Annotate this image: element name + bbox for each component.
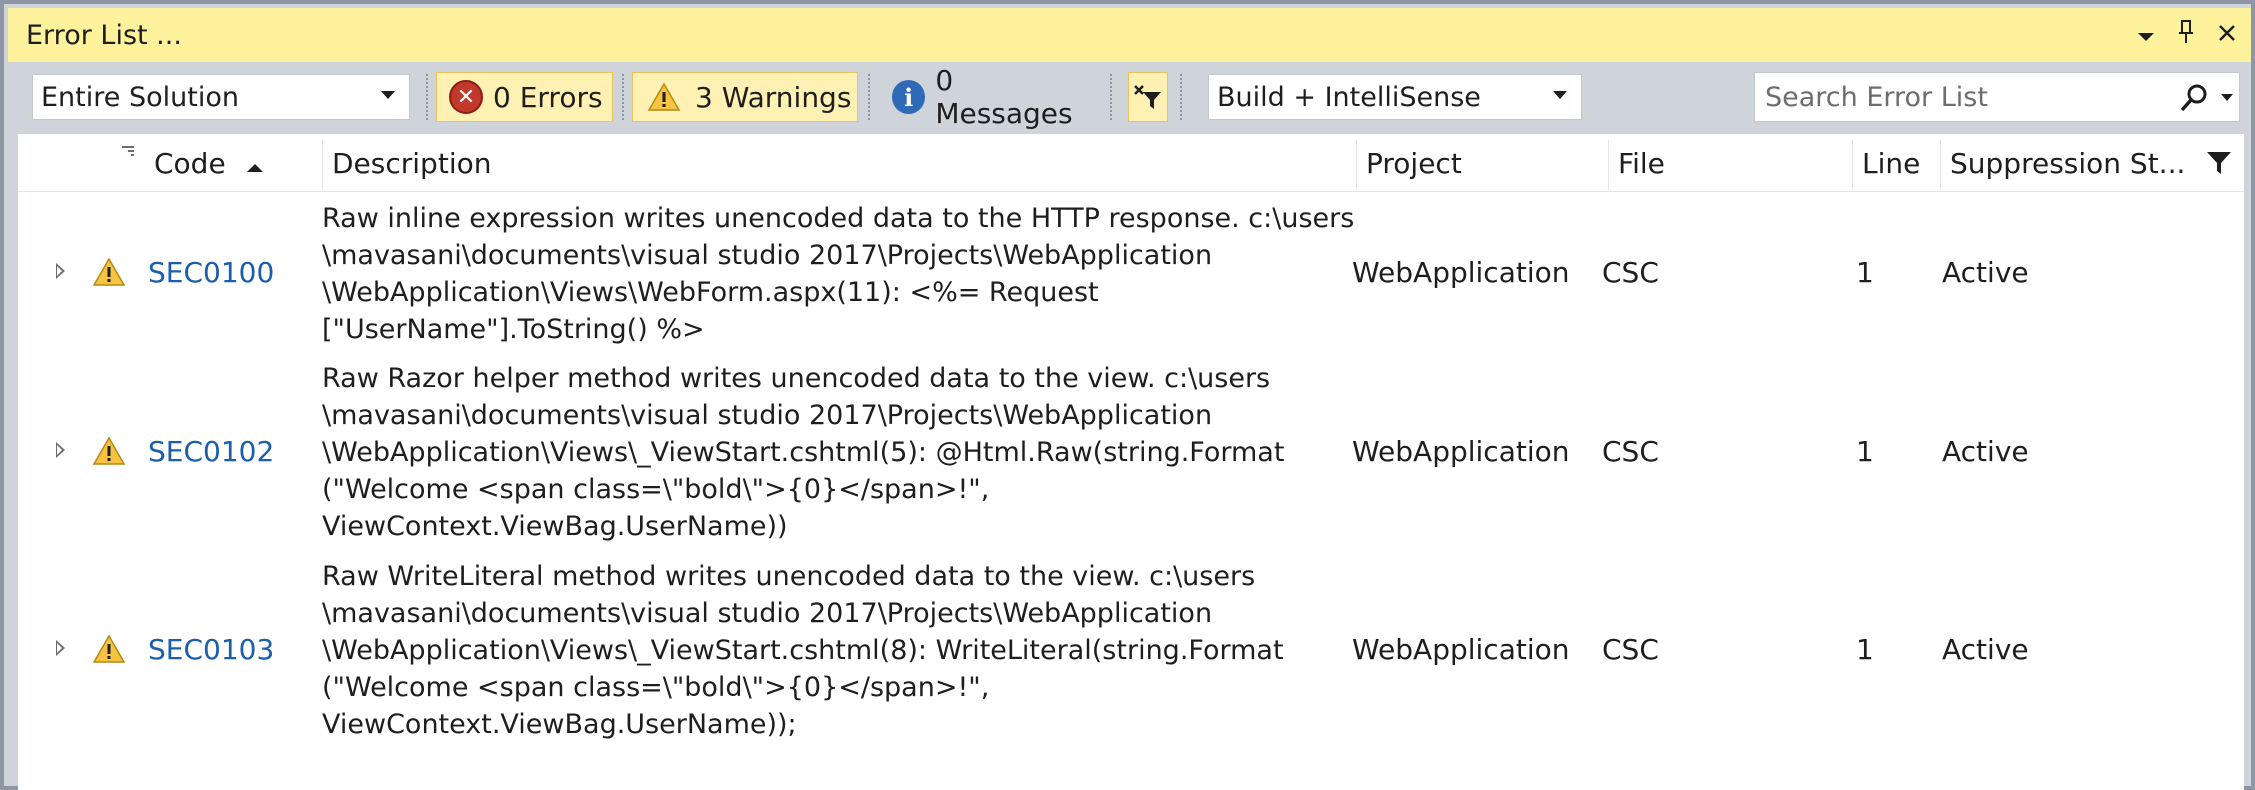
error-list-grid: Code Description Project File Line Suppr… xyxy=(18,134,2244,790)
column-divider[interactable] xyxy=(322,140,323,190)
row-code[interactable]: SEC0100 xyxy=(148,256,274,289)
row-project: WebApplication xyxy=(1352,435,1570,468)
toolbar-separator xyxy=(1110,74,1112,120)
row-description: Raw inline expression writes unencoded d… xyxy=(322,203,1355,345)
errors-label: 0 Errors xyxy=(493,80,603,114)
sort-ascending-icon xyxy=(246,147,264,180)
row-line: 1 xyxy=(1856,435,1874,468)
clear-filter-icon xyxy=(1134,85,1161,109)
row-line: 1 xyxy=(1856,256,1874,289)
title-bar-icons xyxy=(2137,8,2237,62)
grid-header: Code Description Project File Line Suppr… xyxy=(18,134,2244,192)
expand-row-icon[interactable] xyxy=(56,263,65,279)
column-header-code[interactable]: Code xyxy=(146,134,322,192)
column-header-file[interactable]: File xyxy=(1610,134,1850,192)
row-suppression-state: Active xyxy=(1942,435,2029,468)
warning-icon xyxy=(92,257,126,291)
chevron-down-icon xyxy=(1553,91,1567,99)
row-file: CSC xyxy=(1602,256,1659,289)
toolbar-separator xyxy=(622,74,624,120)
row-suppression-state: Active xyxy=(1942,256,2029,289)
column-chooser-icon[interactable] xyxy=(120,144,136,163)
search-icon[interactable] xyxy=(2179,83,2209,120)
column-header-suppression-state[interactable]: Suppression St... xyxy=(1942,134,2202,192)
row-project: WebApplication xyxy=(1352,633,1570,666)
clear-filter-button[interactable] xyxy=(1128,72,1168,122)
table-row[interactable]: SEC0102 Raw Razor helper method writes u… xyxy=(18,360,2244,550)
column-divider[interactable] xyxy=(1608,140,1609,190)
close-icon[interactable] xyxy=(2217,21,2237,49)
toolbar: Entire Solution ✕ 0 Errors 3 Warnings i … xyxy=(8,62,2251,132)
row-file: CSC xyxy=(1602,633,1659,666)
column-header-suppression-label: Suppression St... xyxy=(1950,146,2186,180)
column-divider[interactable] xyxy=(1852,140,1853,190)
column-divider[interactable] xyxy=(1940,140,1941,190)
table-row[interactable]: SEC0103 Raw WriteLiteral method writes u… xyxy=(18,558,2244,748)
warnings-filter-button[interactable]: 3 Warnings xyxy=(632,72,858,122)
column-divider[interactable] xyxy=(1356,140,1357,190)
build-source-dropdown[interactable]: Build + IntelliSense xyxy=(1208,74,1582,120)
warning-icon xyxy=(647,82,681,112)
title-bar: Error List ... xyxy=(8,8,2251,62)
row-line: 1 xyxy=(1856,633,1874,666)
scope-value: Entire Solution xyxy=(41,81,239,113)
messages-filter-button[interactable]: i 0 Messages xyxy=(876,64,1096,130)
scope-dropdown[interactable]: Entire Solution xyxy=(32,74,410,120)
column-header-description-label: Description xyxy=(332,146,492,180)
search-input[interactable] xyxy=(1765,81,2145,113)
warning-icon xyxy=(92,436,126,470)
chevron-down-icon xyxy=(381,91,395,99)
error-list-window: Error List ... Entire Solution ✕ 0 Error… xyxy=(0,0,2255,790)
filter-icon[interactable] xyxy=(2206,150,2232,180)
toolbar-separator xyxy=(1180,74,1182,120)
messages-label: 0 Messages xyxy=(935,64,1073,130)
column-header-file-label: File xyxy=(1618,146,1665,180)
row-code[interactable]: SEC0102 xyxy=(148,435,274,468)
row-description: Raw Razor helper method writes unencoded… xyxy=(322,363,1285,542)
pin-icon[interactable] xyxy=(2177,19,2195,51)
info-icon: i xyxy=(892,80,926,114)
column-header-line-label: Line xyxy=(1862,146,1921,180)
error-icon: ✕ xyxy=(449,80,483,114)
warning-icon xyxy=(92,634,126,668)
row-suppression-state: Active xyxy=(1942,633,2029,666)
column-header-description[interactable]: Description xyxy=(324,134,1364,192)
row-description: Raw WriteLiteral method writes unencoded… xyxy=(322,561,1284,740)
column-header-code-label: Code xyxy=(154,146,226,180)
column-header-project[interactable]: Project xyxy=(1358,134,1614,192)
search-options-arrow-icon[interactable] xyxy=(2221,94,2233,101)
expand-row-icon[interactable] xyxy=(56,442,65,458)
row-project: WebApplication xyxy=(1352,256,1570,289)
window-title: Error List ... xyxy=(26,19,182,51)
row-code[interactable]: SEC0103 xyxy=(148,633,274,666)
warnings-label: 3 Warnings xyxy=(695,80,852,114)
toolbar-separator xyxy=(426,74,428,120)
table-row[interactable]: SEC0100 Raw inline expression writes une… xyxy=(18,200,2244,352)
row-file: CSC xyxy=(1602,435,1659,468)
errors-filter-button[interactable]: ✕ 0 Errors xyxy=(436,72,613,122)
toolbar-separator xyxy=(868,74,870,120)
build-source-value: Build + IntelliSense xyxy=(1217,81,1481,113)
expand-row-icon[interactable] xyxy=(56,640,65,656)
column-header-line[interactable]: Line xyxy=(1854,134,1954,192)
search-box[interactable] xyxy=(1754,72,2240,122)
column-header-project-label: Project xyxy=(1366,146,1462,180)
dropdown-arrow-icon[interactable] xyxy=(2137,21,2155,49)
